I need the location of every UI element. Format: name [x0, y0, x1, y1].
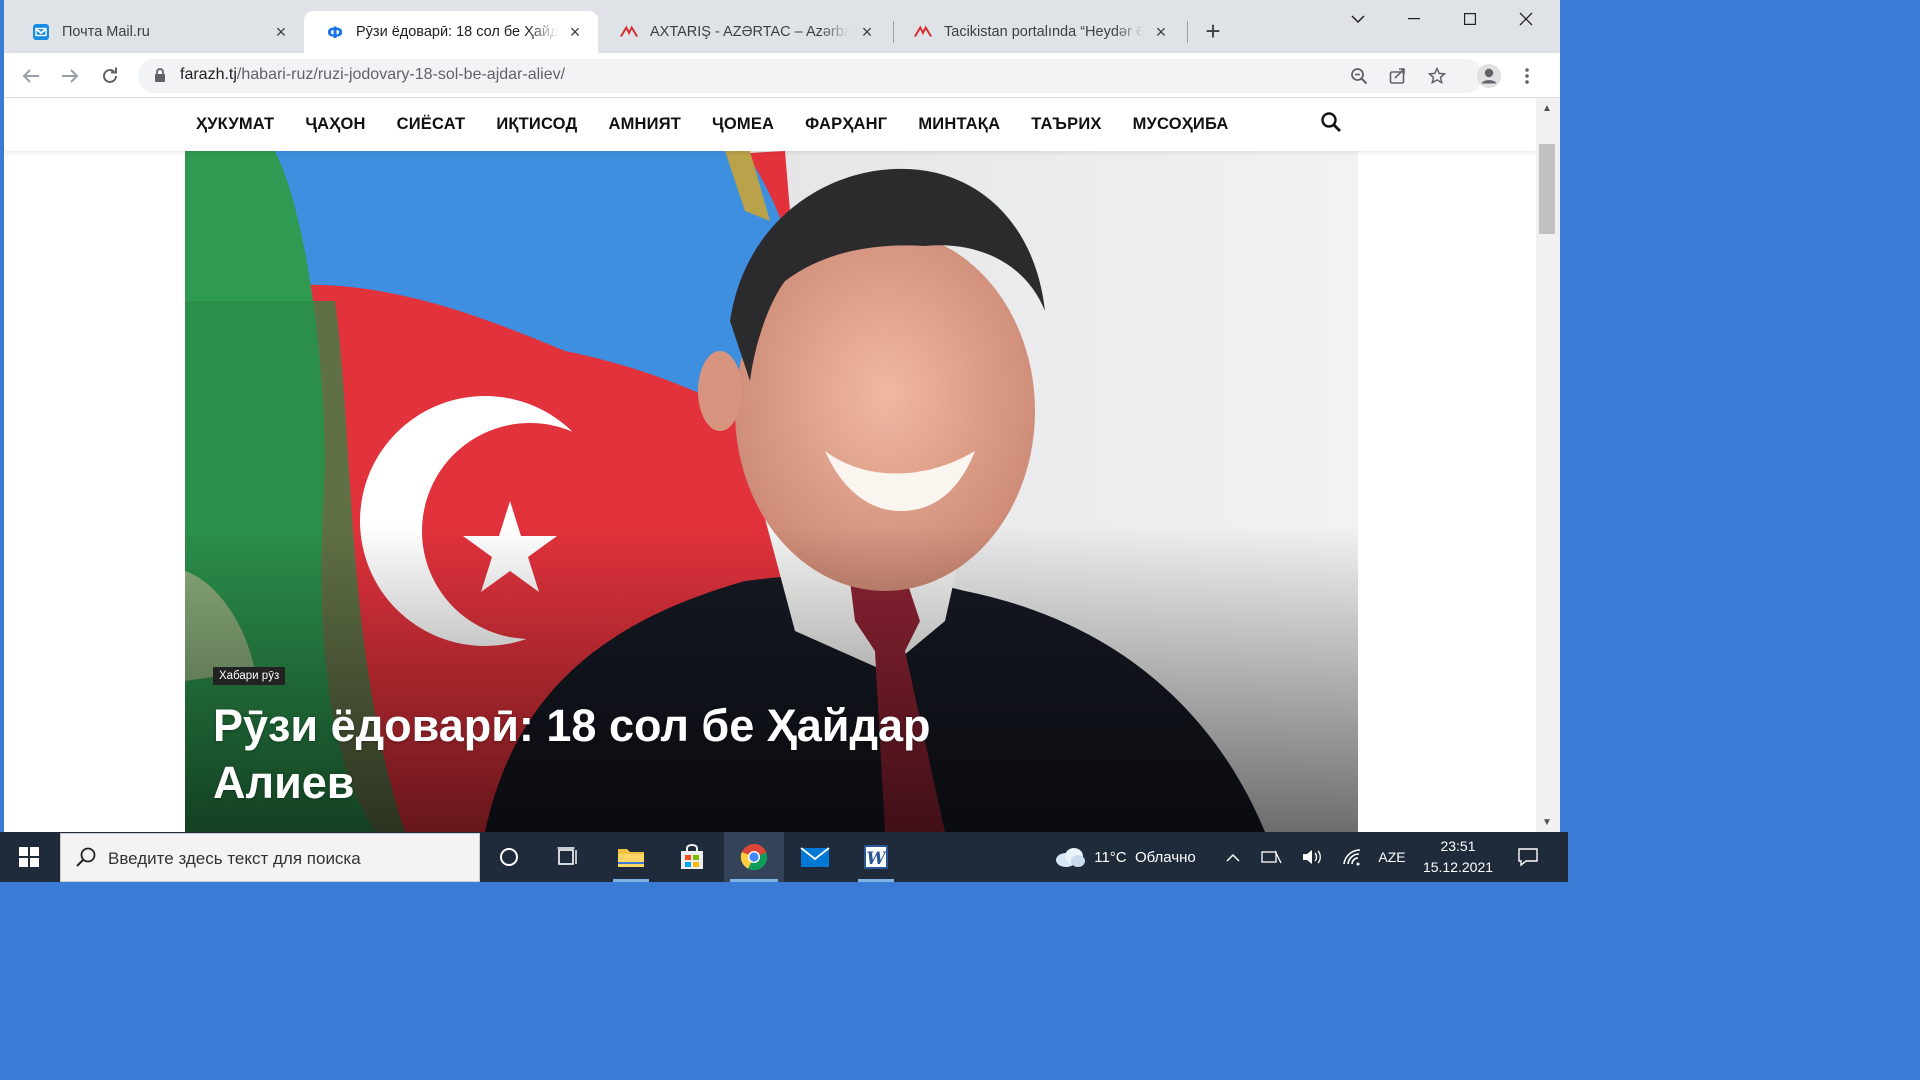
word-app-button[interactable]: W	[852, 832, 900, 882]
bookmark-star-icon[interactable]	[1425, 64, 1449, 88]
nav-link-security[interactable]: АМНИЯТ	[608, 115, 681, 134]
tab-separator	[1187, 21, 1188, 43]
chrome-taskbar-button[interactable]	[724, 832, 784, 882]
cloud-icon	[1056, 848, 1086, 867]
browser-toolbar: farazh.tj/habari-ruz/ruzi-jodovary-18-so…	[4, 53, 1560, 98]
cortana-circle-icon	[500, 848, 518, 866]
tab-azertac-search[interactable]: AXTARIŞ - AZƏRTAC – Azərbaycan ×	[598, 11, 890, 53]
forward-button[interactable]	[55, 61, 85, 91]
reload-icon	[103, 67, 117, 83]
minimize-icon	[1408, 18, 1420, 20]
word-icon: W	[864, 845, 888, 869]
back-button[interactable]	[16, 61, 46, 91]
tab-farazh[interactable]: Ф Рӯзи ёдоварӣ: 18 сол бе Ҳайдар Алиев ×	[304, 11, 598, 53]
microsoft-store-button[interactable]	[668, 832, 716, 882]
close-tab-icon[interactable]: ×	[858, 23, 876, 41]
search-icon[interactable]	[1320, 111, 1342, 138]
nav-link-region[interactable]: МИНТАҚА	[918, 115, 1000, 134]
maximize-icon	[1464, 13, 1476, 25]
reload-button[interactable]	[95, 61, 125, 91]
menu-button[interactable]	[1512, 61, 1542, 91]
task-view-icon	[557, 847, 577, 865]
chevron-down-icon	[1351, 15, 1365, 24]
address-bar[interactable]: farazh.tj/habari-ruz/ruzi-jodovary-18-so…	[138, 59, 1483, 93]
tab-azertac-article[interactable]: Tacikistan portalında “Heydər Əliyev ×	[892, 11, 1184, 53]
tab-strip: Почта Mail.ru × Ф Рӯзи ёдоварӣ: 18 сол б…	[4, 0, 1560, 53]
nav-link-culture[interactable]: ФАРҲАНГ	[805, 115, 887, 134]
cortana-button[interactable]	[487, 832, 531, 882]
nav-link-government[interactable]: ҲУКУМАТ	[196, 115, 274, 134]
article-hero-image[interactable]: Хабари рӯз Рӯзи ёдоварӣ: 18 сол бе Ҳайда…	[185, 151, 1358, 832]
minimize-button[interactable]	[1386, 4, 1442, 34]
scrollbar-thumb[interactable]	[1539, 144, 1555, 234]
close-window-button[interactable]	[1498, 4, 1554, 34]
store-bag-icon	[681, 844, 703, 869]
azertac-icon	[914, 23, 932, 41]
start-button[interactable]	[0, 832, 58, 882]
input-language-button[interactable]: AZE	[1372, 832, 1412, 882]
site-navigation: ҲУКУМАТ ҶАҲОН СИЁСАТ ИҚТИСОД АМНИЯТ ҶОМЕ…	[4, 98, 1536, 151]
nav-link-world[interactable]: ҶАҲОН	[305, 115, 365, 134]
windows-logo-icon	[19, 847, 39, 867]
mail-envelope-icon	[800, 847, 830, 867]
show-hidden-icons-button[interactable]	[1220, 832, 1246, 882]
url-text: farazh.tj/habari-ruz/ruzi-jodovary-18-so…	[180, 66, 566, 83]
category-badge[interactable]: Хабари рӯз	[213, 667, 286, 685]
lock-icon	[154, 68, 166, 88]
close-tab-icon[interactable]: ×	[566, 23, 584, 41]
mail-ru-icon	[32, 23, 50, 41]
scroll-up-arrow-icon[interactable]: ▲	[1541, 104, 1553, 114]
scroll-down-arrow-icon[interactable]: ▼	[1541, 818, 1553, 828]
keyboard-status-icon	[1261, 850, 1282, 864]
windows-taskbar: Введите здесь текст для поиска W 11°C Об…	[0, 832, 1568, 882]
web-page: ҲУКУМАТ ҶАҲОН СИЁСАТ ИҚТИСОД АМНИЯТ ҶОМЕ…	[4, 98, 1536, 832]
close-tab-icon[interactable]: ×	[1152, 23, 1170, 41]
chevron-up-icon	[1226, 853, 1240, 862]
search-icon	[75, 846, 97, 873]
article-title[interactable]: Рӯзи ёдоварӣ: 18 сол бе Ҳайдар Алиев	[213, 697, 1013, 811]
page-scrollbar[interactable]: ▲ ▼	[1536, 98, 1560, 832]
nav-link-economy[interactable]: ИҚТИСОД	[496, 115, 577, 134]
nav-link-interview[interactable]: МУСОҲИБА	[1133, 115, 1229, 134]
kebab-menu-icon	[1525, 68, 1529, 84]
zoom-icon[interactable]	[1347, 64, 1371, 88]
arrow-left-icon	[22, 69, 39, 83]
arrow-right-icon	[62, 69, 79, 83]
farazh-icon: Ф	[326, 23, 344, 41]
volume-button[interactable]	[1298, 832, 1326, 882]
chrome-icon	[740, 843, 768, 871]
task-view-button[interactable]	[546, 832, 590, 882]
avatar-icon	[1477, 64, 1501, 88]
speaker-icon	[1303, 850, 1321, 864]
taskbar-search-box[interactable]: Введите здесь текст для поиска	[60, 833, 480, 882]
network-status-button[interactable]	[1258, 832, 1286, 882]
notification-icon	[1518, 848, 1538, 867]
nav-link-politics[interactable]: СИЁСАТ	[397, 115, 466, 134]
tab-mail[interactable]: Почта Mail.ru ×	[10, 11, 304, 53]
svg-text:W: W	[866, 849, 887, 869]
notifications-button[interactable]	[1506, 832, 1550, 882]
tab-search-button[interactable]	[1330, 4, 1386, 34]
mail-app-button[interactable]	[791, 832, 839, 882]
svg-text:Ф: Ф	[327, 23, 343, 41]
file-explorer-button[interactable]	[607, 832, 655, 882]
nav-link-society[interactable]: ҶОМЕА	[712, 115, 774, 134]
profile-button[interactable]	[1474, 61, 1504, 91]
azertac-icon	[620, 23, 638, 41]
maximize-button[interactable]	[1442, 4, 1498, 34]
system-clock[interactable]: 23:51 15.12.2021	[1420, 836, 1496, 878]
new-tab-button[interactable]: +	[1200, 18, 1226, 45]
folder-icon	[618, 849, 644, 867]
close-icon	[1519, 12, 1533, 26]
share-icon[interactable]	[1386, 64, 1410, 88]
nav-link-history[interactable]: ТАЪРИХ	[1031, 115, 1101, 134]
weather-widget[interactable]: 11°C Облачно	[1040, 832, 1210, 882]
wifi-icon	[1343, 849, 1361, 866]
wifi-button[interactable]	[1338, 832, 1366, 882]
browser-window: Почта Mail.ru × Ф Рӯзи ёдоварӣ: 18 сол б…	[4, 0, 1560, 832]
close-tab-icon[interactable]: ×	[272, 23, 290, 41]
